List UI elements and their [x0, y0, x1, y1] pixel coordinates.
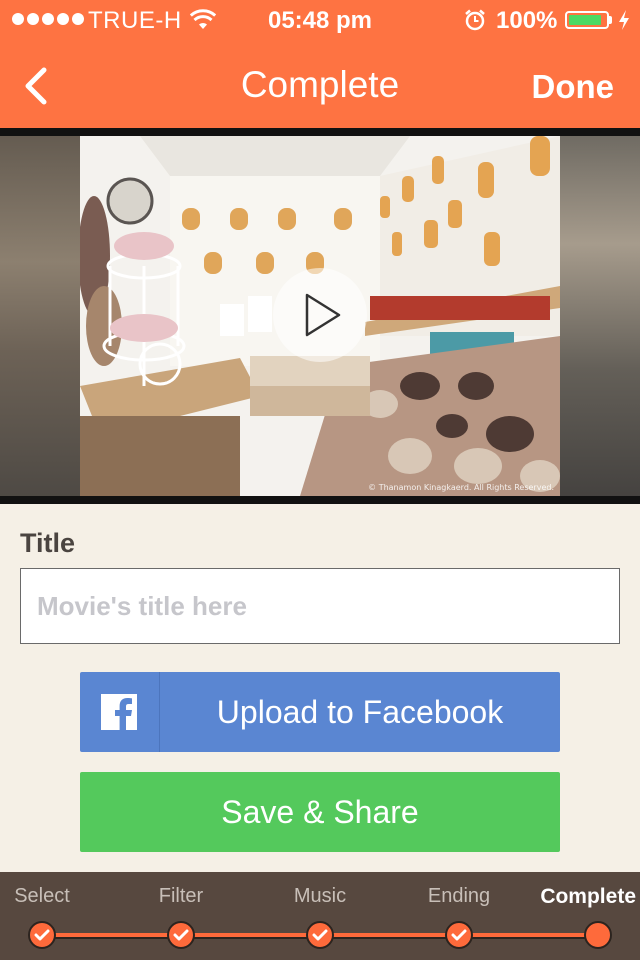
- save-and-share-label: Save & Share: [221, 794, 419, 830]
- status-bar: TRUE-H 05:48 pm 100%: [0, 0, 640, 40]
- step-label: Select: [14, 885, 70, 907]
- step-complete-icon: [445, 921, 473, 949]
- title-label: Title: [20, 528, 76, 558]
- save-and-share-button[interactable]: Save & Share: [80, 772, 560, 852]
- movie-title-input[interactable]: [20, 568, 620, 644]
- charging-bolt-icon: [619, 10, 629, 30]
- video-preview-area: © Thanamon Kinagkaerd. All Rights Reserv…: [0, 128, 640, 504]
- play-icon: [305, 293, 341, 337]
- step-music[interactable]: Music: [250, 872, 390, 960]
- play-button[interactable]: [273, 268, 367, 362]
- step-complete[interactable]: Complete: [518, 872, 640, 960]
- step-current-indicator: [584, 921, 612, 949]
- step-label: Complete: [540, 885, 636, 908]
- video-blur-left: [0, 136, 80, 496]
- header: TRUE-H 05:48 pm 100% Complete Done: [0, 0, 640, 128]
- upload-to-facebook-label: Upload to Facebook: [216, 694, 504, 730]
- alarm-icon: [465, 9, 485, 31]
- step-filter[interactable]: Filter: [111, 872, 251, 960]
- step-complete-icon: [167, 921, 195, 949]
- step-label: Music: [293, 885, 347, 907]
- step-label: Ending: [427, 885, 491, 907]
- navigation-bar: Complete Done: [0, 40, 640, 128]
- video-watermark: © Thanamon Kinagkaerd. All Rights Reserv…: [368, 483, 554, 492]
- step-ending[interactable]: Ending: [389, 872, 529, 960]
- upload-to-facebook-button[interactable]: Upload to Facebook: [80, 672, 560, 752]
- step-complete-icon: [28, 921, 56, 949]
- app-screen: TRUE-H 05:48 pm 100% Complete Done © Tha…: [0, 0, 640, 960]
- video-blur-right: [560, 136, 640, 496]
- progress-steps-bar: Select Filter Music Ending Complete: [0, 872, 640, 960]
- step-select[interactable]: Select: [0, 872, 112, 960]
- step-label: Filter: [158, 885, 204, 907]
- done-button[interactable]: Done: [532, 68, 615, 106]
- battery-icon: [565, 11, 609, 29]
- facebook-icon: [101, 694, 137, 730]
- step-complete-icon: [306, 921, 334, 949]
- battery-percent: 100%: [496, 7, 558, 34]
